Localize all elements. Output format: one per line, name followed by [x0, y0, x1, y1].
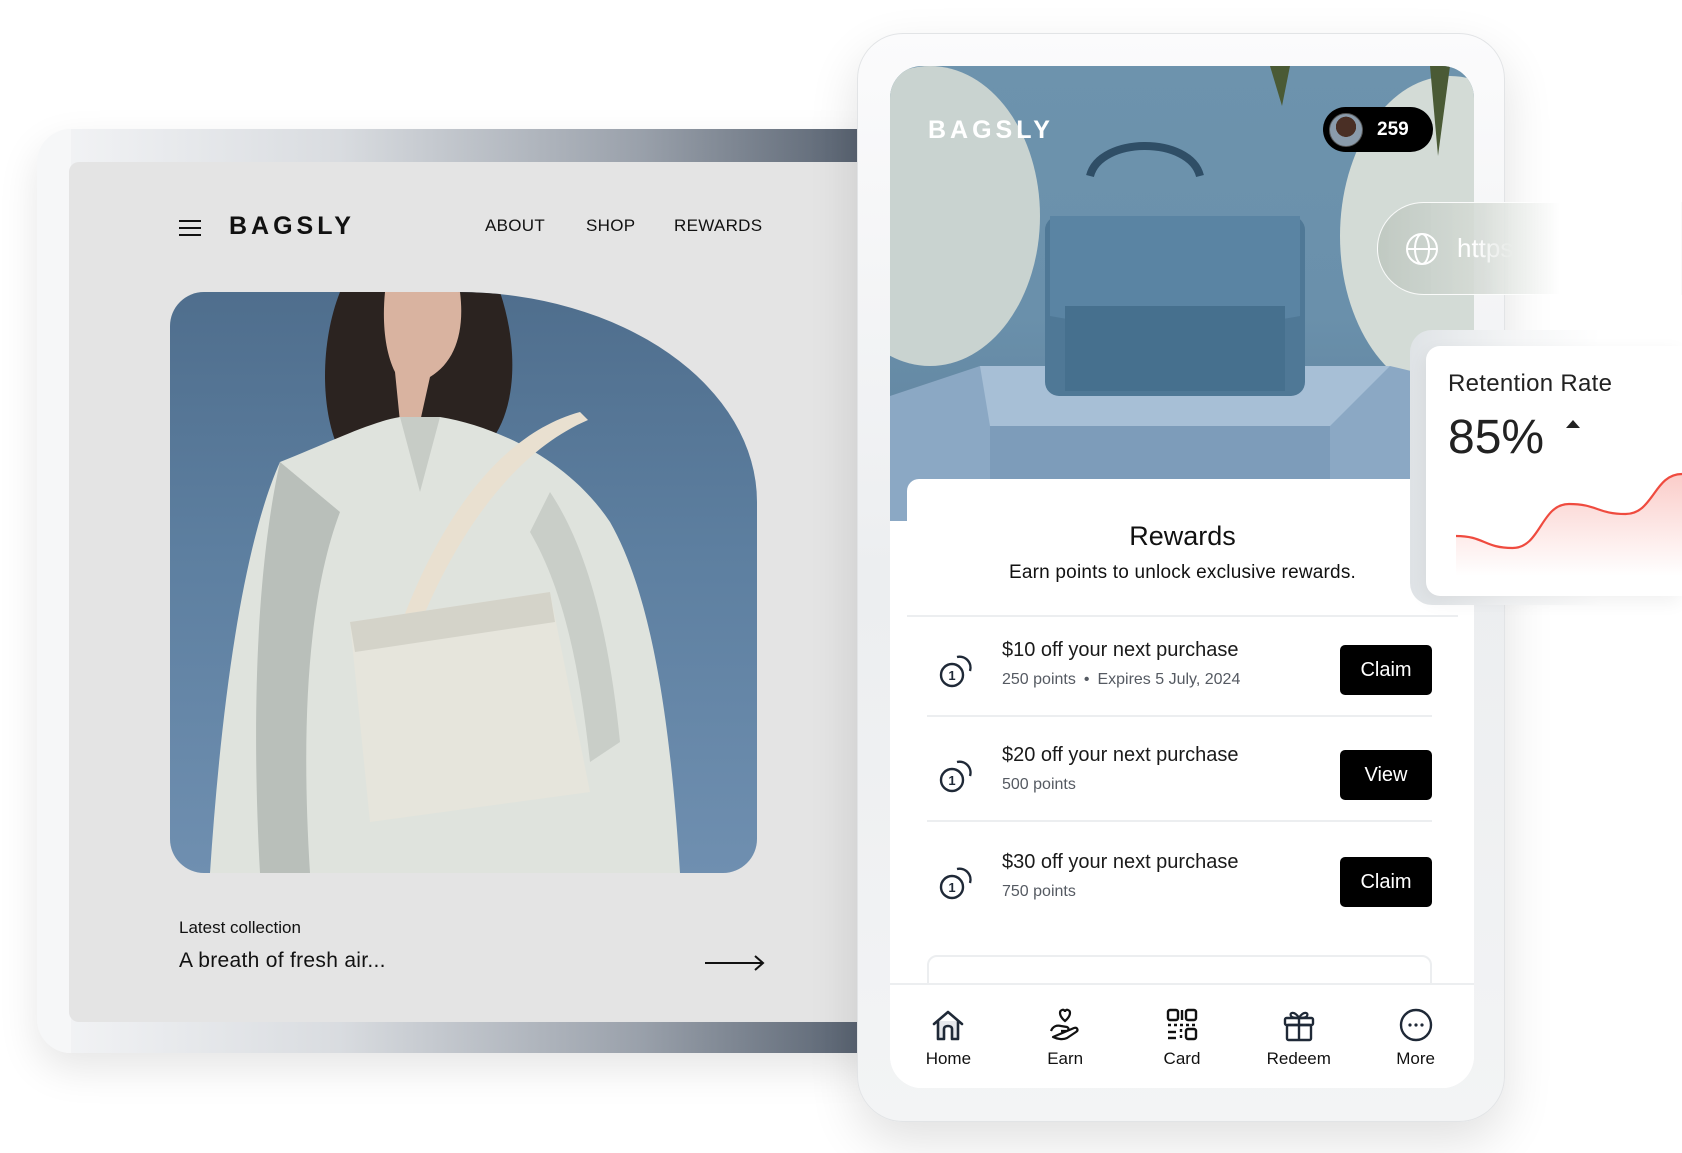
hero-photo	[170, 292, 757, 873]
nav-home[interactable]: Home	[898, 1007, 998, 1069]
svg-text:1: 1	[948, 773, 955, 788]
more-icon	[1399, 1008, 1432, 1042]
divider	[927, 715, 1432, 717]
latest-collection-label: Latest collection	[179, 918, 301, 937]
reward-meta: 250 points • Expires 5 July, 2024	[1002, 671, 1240, 689]
qr-code-icon	[1166, 1008, 1198, 1041]
reward-item: 1 $20 off your next purchase 500 points …	[927, 722, 1432, 822]
coin-icon: 1	[939, 867, 972, 900]
sparkline-area	[1456, 474, 1682, 576]
coin-icon: 1	[939, 655, 972, 688]
nav-label: Card	[1163, 1049, 1201, 1068]
nav-label: Earn	[1047, 1049, 1084, 1068]
nav-label: More	[1396, 1049, 1435, 1068]
phone-logo: BAGSLY	[928, 116, 1054, 144]
reward-expiry: Expires 5 July, 2024	[1097, 671, 1241, 688]
url-pill[interactable]: https:	[1377, 202, 1682, 295]
url-text: https:	[1457, 233, 1521, 263]
trend-up-icon	[1566, 420, 1580, 428]
tablet-logo[interactable]: BAGSLY	[229, 212, 355, 241]
woman-with-bag-illustration	[210, 292, 680, 873]
claim-button[interactable]: Claim	[1340, 857, 1432, 907]
tablet-screen: BAGSLY ABOUT SHOP REWARDS Latest collect…	[69, 162, 869, 1022]
svg-text:1: 1	[948, 880, 955, 895]
bottom-nav: Home Earn Card Redeem More	[890, 983, 1474, 1088]
reward-title: $10 off your next purchase	[1002, 639, 1239, 661]
meta-separator: •	[1083, 671, 1090, 688]
nav-label: Home	[925, 1049, 972, 1068]
nav-shop[interactable]: SHOP	[586, 216, 635, 236]
nav-redeem[interactable]: Redeem	[1249, 1007, 1349, 1069]
svg-text:1: 1	[948, 668, 955, 683]
nav-earn[interactable]: Earn	[1015, 1007, 1115, 1069]
home-icon	[933, 1010, 964, 1041]
reward-points: 250 points	[1002, 671, 1076, 688]
avatar[interactable]	[1329, 112, 1363, 147]
divider	[927, 820, 1432, 822]
nav-about[interactable]: ABOUT	[485, 216, 545, 236]
reward-points: 500 points	[1002, 776, 1076, 793]
nav-label: Redeem	[1266, 1049, 1331, 1068]
coin-icon: 1	[939, 760, 972, 793]
hamburger-icon[interactable]	[179, 220, 201, 238]
points-value: 259	[1377, 118, 1409, 140]
rewards-title: Rewards	[1129, 521, 1236, 551]
retention-title: Retention Rate	[1448, 370, 1613, 397]
reward-title: $20 off your next purchase	[1002, 744, 1239, 766]
reward-title: $30 off your next purchase	[1002, 851, 1239, 873]
arrow-right-icon[interactable]	[705, 954, 765, 972]
claim-button[interactable]: Claim	[1340, 645, 1432, 695]
nav-rewards[interactable]: REWARDS	[674, 216, 762, 236]
reward-points: 750 points	[1002, 883, 1076, 900]
gift-icon	[1283, 1011, 1314, 1042]
retention-card: Retention Rate 85%	[1426, 346, 1682, 596]
points-badge[interactable]: 259	[1323, 107, 1433, 152]
latest-collection-title[interactable]: A breath of fresh air...	[179, 949, 386, 973]
nav-more[interactable]: More	[1366, 1007, 1466, 1069]
view-button[interactable]: View	[1340, 750, 1432, 800]
reward-item: 1 $10 off your next purchase 250 points •…	[927, 617, 1432, 717]
rewards-subtitle: Earn points to unlock exclusive rewards.	[1009, 562, 1356, 583]
globe-icon	[1406, 232, 1438, 265]
hand-heart-icon	[1050, 1008, 1079, 1041]
phone-hero-image: BAGSLY 259	[890, 66, 1474, 521]
nav-card[interactable]: Card	[1132, 1007, 1232, 1069]
retention-sparkline	[1456, 472, 1682, 576]
reward-item: 1 $30 off your next purchase 750 points …	[927, 829, 1432, 929]
